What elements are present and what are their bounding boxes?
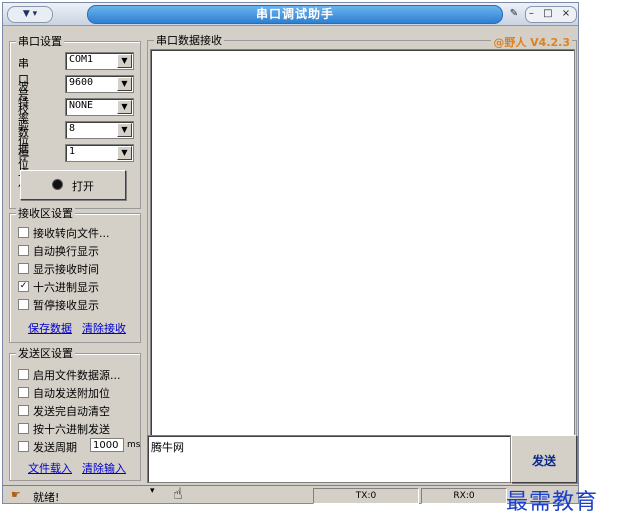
- system-menu-button[interactable]: ▼ ▾: [7, 6, 53, 23]
- send-text: 腾牛网: [151, 441, 184, 454]
- open-port-button[interactable]: 打开: [20, 170, 126, 200]
- receive-panel: 串口数据接收 @野人 V4.2.3: [147, 34, 577, 460]
- parity-value: NONE: [69, 100, 94, 111]
- window-controls[interactable]: – □ ×: [525, 6, 577, 23]
- hex-display-label: 十六进制显示: [33, 281, 99, 294]
- chevron-down-icon[interactable]: ▼: [117, 54, 132, 68]
- checkbox-icon[interactable]: [18, 227, 29, 238]
- port-value: COM1: [69, 54, 94, 65]
- send-period-input[interactable]: 1000: [90, 438, 124, 452]
- checkbox-icon[interactable]: [18, 299, 29, 310]
- recv-settings-group: 接收区设置 接收转向文件... 自动换行显示 显示接收时间 ✓ 十六进制显示 暂停…: [9, 207, 141, 343]
- send-settings-label: 发送区设置: [16, 347, 75, 360]
- tx-counter: TX:0: [313, 488, 419, 504]
- pin-icon[interactable]: ✎: [505, 6, 523, 21]
- send-button[interactable]: 发送: [511, 435, 577, 483]
- port-settings-group: 串口设置 串口号 COM1 ▼ 波特率 9600 ▼ 校验位 NONE ▼ 数据位 8…: [9, 35, 141, 209]
- checkbox-icon[interactable]: [18, 263, 29, 274]
- auto-newline-label: 自动换行显示: [33, 245, 99, 258]
- show-time-label: 显示接收时间: [33, 263, 99, 276]
- receive-panel-label: 串口数据接收: [154, 34, 224, 47]
- rx-counter: RX:0: [421, 488, 507, 504]
- dropdown-arrow-icon: ▾: [150, 486, 155, 496]
- auto-append-label: 自动发送附加位: [33, 387, 110, 400]
- title-pill: 串口调试助手: [87, 5, 503, 24]
- parity-select[interactable]: NONE ▼: [65, 98, 134, 116]
- recv-settings-label: 接收区设置: [16, 207, 75, 220]
- app-window: ▼ ▾ 串口调试助手 ✎ – □ × 串口设置 串口号 COM1 ▼ 波特率 96…: [2, 2, 579, 504]
- checkbox-icon[interactable]: [18, 245, 29, 256]
- watermark-logo: 最需教育: [506, 490, 599, 515]
- chevron-down-icon[interactable]: ▼: [117, 77, 132, 91]
- recv-to-file-label: 接收转向文件...: [33, 227, 110, 240]
- port-settings-label: 串口设置: [16, 35, 64, 48]
- save-data-link[interactable]: 保存数据: [28, 320, 72, 336]
- databits-select[interactable]: 8 ▼: [65, 121, 134, 139]
- stopbits-select[interactable]: 1 ▼: [65, 144, 134, 162]
- status-bar: ☛ 就绪! ▾ ☝ TX:0 RX:0: [3, 484, 578, 504]
- baud-select[interactable]: 9600 ▼: [65, 75, 134, 93]
- chevron-down-icon[interactable]: ▼: [117, 100, 132, 114]
- checkbox-icon[interactable]: [18, 369, 29, 380]
- databits-value: 8: [69, 123, 76, 134]
- chevron-down-icon[interactable]: ▼: [117, 146, 132, 160]
- checkbox-icon[interactable]: [18, 423, 29, 434]
- checkbox-icon[interactable]: [18, 405, 29, 416]
- send-textarea[interactable]: 腾牛网: [147, 435, 511, 483]
- checkbox-icon[interactable]: [18, 387, 29, 398]
- stopbits-value: 1: [69, 146, 76, 157]
- status-text: 就绪!: [33, 491, 60, 504]
- hand-pointer-icon: ☛: [11, 488, 21, 501]
- clear-recv-link[interactable]: 清除接收: [82, 320, 126, 336]
- title-bar: ▼ ▾ 串口调试助手 ✎ – □ ×: [3, 3, 578, 26]
- receive-textarea[interactable]: [150, 49, 575, 455]
- send-settings-group: 发送区设置 启用文件数据源... 自动发送附加位 发送完自动清空 按十六进制发送…: [9, 347, 141, 481]
- pause-display-label: 暂停接收显示: [33, 299, 99, 312]
- cursor-hand-icon: ☝: [173, 484, 183, 503]
- checkbox-icon[interactable]: [18, 441, 29, 452]
- period-unit-label: ms: [127, 440, 141, 450]
- auto-clear-label: 发送完自动清空: [33, 405, 110, 418]
- send-period-label: 发送周期: [33, 441, 77, 454]
- clear-input-link[interactable]: 清除输入: [82, 460, 126, 476]
- chevron-down-icon[interactable]: ▼: [117, 123, 132, 137]
- window-title: 串口调试助手: [255, 7, 334, 21]
- open-port-label: 打开: [72, 180, 94, 193]
- hex-send-label: 按十六进制发送: [33, 423, 110, 436]
- load-file-link[interactable]: 文件载入: [28, 460, 72, 476]
- file-source-label: 启用文件数据源...: [33, 369, 121, 382]
- baud-value: 9600: [69, 77, 94, 88]
- version-label: @野人 V4.2.3: [491, 34, 572, 50]
- status-dot-icon: [52, 179, 63, 190]
- send-button-label: 发送: [531, 454, 556, 468]
- port-select[interactable]: COM1 ▼: [65, 52, 134, 70]
- checkmark-icon[interactable]: ✓: [18, 281, 29, 292]
- send-period-checkbox[interactable]: 发送周期 1000 ms: [18, 438, 141, 454]
